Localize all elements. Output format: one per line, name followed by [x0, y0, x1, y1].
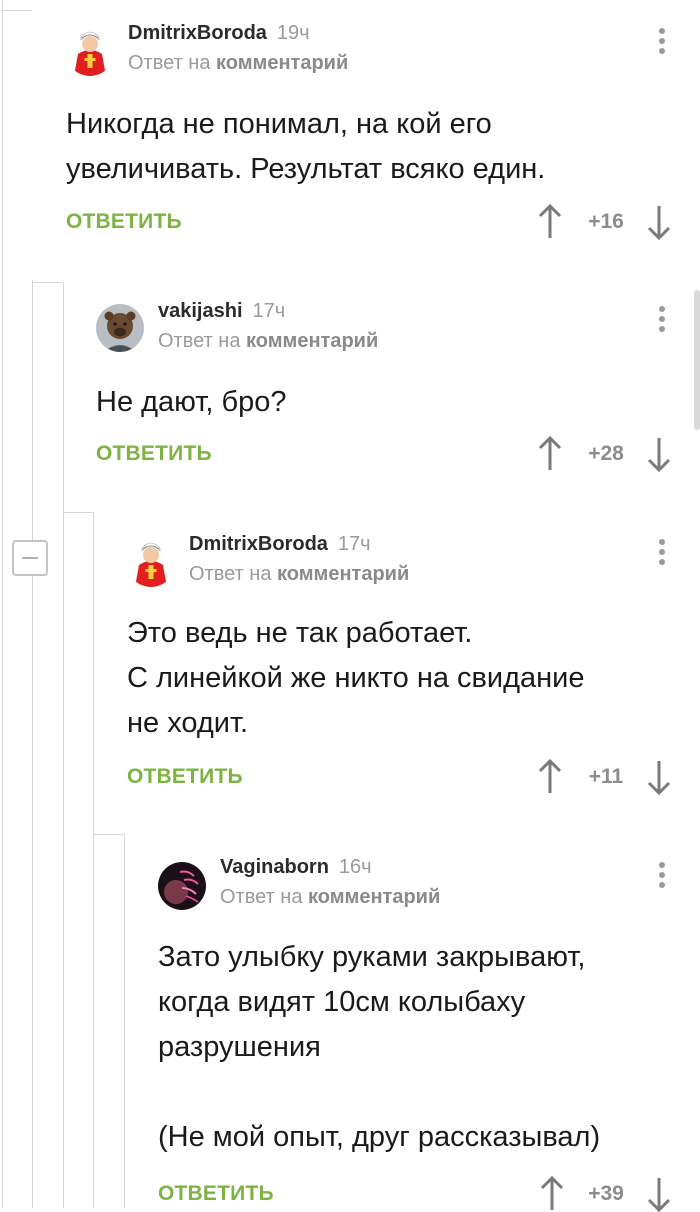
thread-connector-0	[2, 10, 32, 11]
more-options-icon[interactable]	[652, 539, 672, 569]
comment-author[interactable]: vakijashi 17ч	[158, 300, 285, 323]
comment-text: Никогда не понимал, на кой его увеличива…	[66, 108, 546, 185]
pope-avatar-icon[interactable]	[66, 28, 114, 76]
vote-up-icon[interactable]	[537, 204, 563, 240]
comment-time: 19ч	[276, 22, 310, 44]
comment: vakijashi 17ч Ответ на комментарий Не даю…	[96, 300, 700, 480]
vote-down-icon[interactable]	[646, 1176, 672, 1212]
thread-line-level-3	[93, 512, 94, 1208]
comment-text: Зато улыбку руками закрывают, когда видя…	[158, 941, 601, 1153]
reply-to-link[interactable]: Ответ на комментарий	[220, 886, 440, 909]
reply-button[interactable]: ОТВЕТИТЬ	[127, 765, 243, 789]
reply-to-link[interactable]: Ответ на комментарий	[189, 563, 409, 586]
reply-button[interactable]: ОТВЕТИТЬ	[96, 442, 212, 466]
vote-down-icon[interactable]	[646, 204, 672, 240]
comment: Vaginaborn 16ч Ответ на комментарий Зато …	[158, 856, 700, 1212]
vote-down-icon[interactable]	[646, 759, 672, 795]
reply-to-link[interactable]: Ответ на комментарий	[128, 52, 348, 75]
comment-author[interactable]: Vaginaborn 16ч	[220, 856, 372, 879]
comment-score: +39	[588, 1182, 624, 1205]
comment-score: +16	[588, 210, 624, 233]
vote-up-icon[interactable]	[537, 759, 563, 795]
comment-author[interactable]: DmitrixBoroda 17ч	[189, 533, 371, 556]
thread-line-level-0	[2, 0, 3, 1208]
thread-line-level-2	[63, 282, 64, 1208]
thread-connector-2	[63, 512, 93, 513]
thread-connector-1	[32, 282, 62, 283]
pope-avatar-icon[interactable]	[127, 539, 175, 587]
comment-time: 17ч	[337, 533, 371, 555]
reply-to-link[interactable]: Ответ на комментарий	[158, 330, 378, 353]
more-options-icon[interactable]	[652, 28, 672, 58]
more-options-icon[interactable]	[652, 862, 672, 892]
more-options-icon[interactable]	[652, 306, 672, 336]
thread-line-level-1	[32, 280, 33, 1208]
thread-line-level-4	[124, 834, 125, 1208]
comment-time: 16ч	[338, 856, 372, 878]
bear-avatar-icon[interactable]	[96, 304, 144, 352]
comment-time: 17ч	[252, 300, 286, 322]
comment: DmitrixBoroda 17ч Ответ на комментарий Эт…	[127, 533, 700, 803]
collapse-thread-button[interactable]	[12, 540, 48, 576]
comment-score: +11	[588, 765, 624, 788]
vote-up-icon[interactable]	[537, 436, 563, 472]
comment-author[interactable]: DmitrixBoroda 19ч	[128, 22, 310, 45]
neon-avatar-icon[interactable]	[158, 862, 206, 910]
thread-connector-3	[93, 834, 123, 835]
reply-button[interactable]: ОТВЕТИТЬ	[158, 1182, 274, 1206]
vote-up-icon[interactable]	[539, 1176, 565, 1212]
reply-button[interactable]: ОТВЕТИТЬ	[66, 210, 182, 234]
comment: DmitrixBoroda 19ч Ответ на комментарий Ни…	[66, 22, 700, 252]
comment-score: +28	[588, 442, 624, 465]
comment-text: Это ведь не так работает. С линейкой же …	[127, 617, 585, 739]
vote-down-icon[interactable]	[646, 436, 672, 472]
comment-text: Не дают, бро?	[96, 386, 287, 418]
